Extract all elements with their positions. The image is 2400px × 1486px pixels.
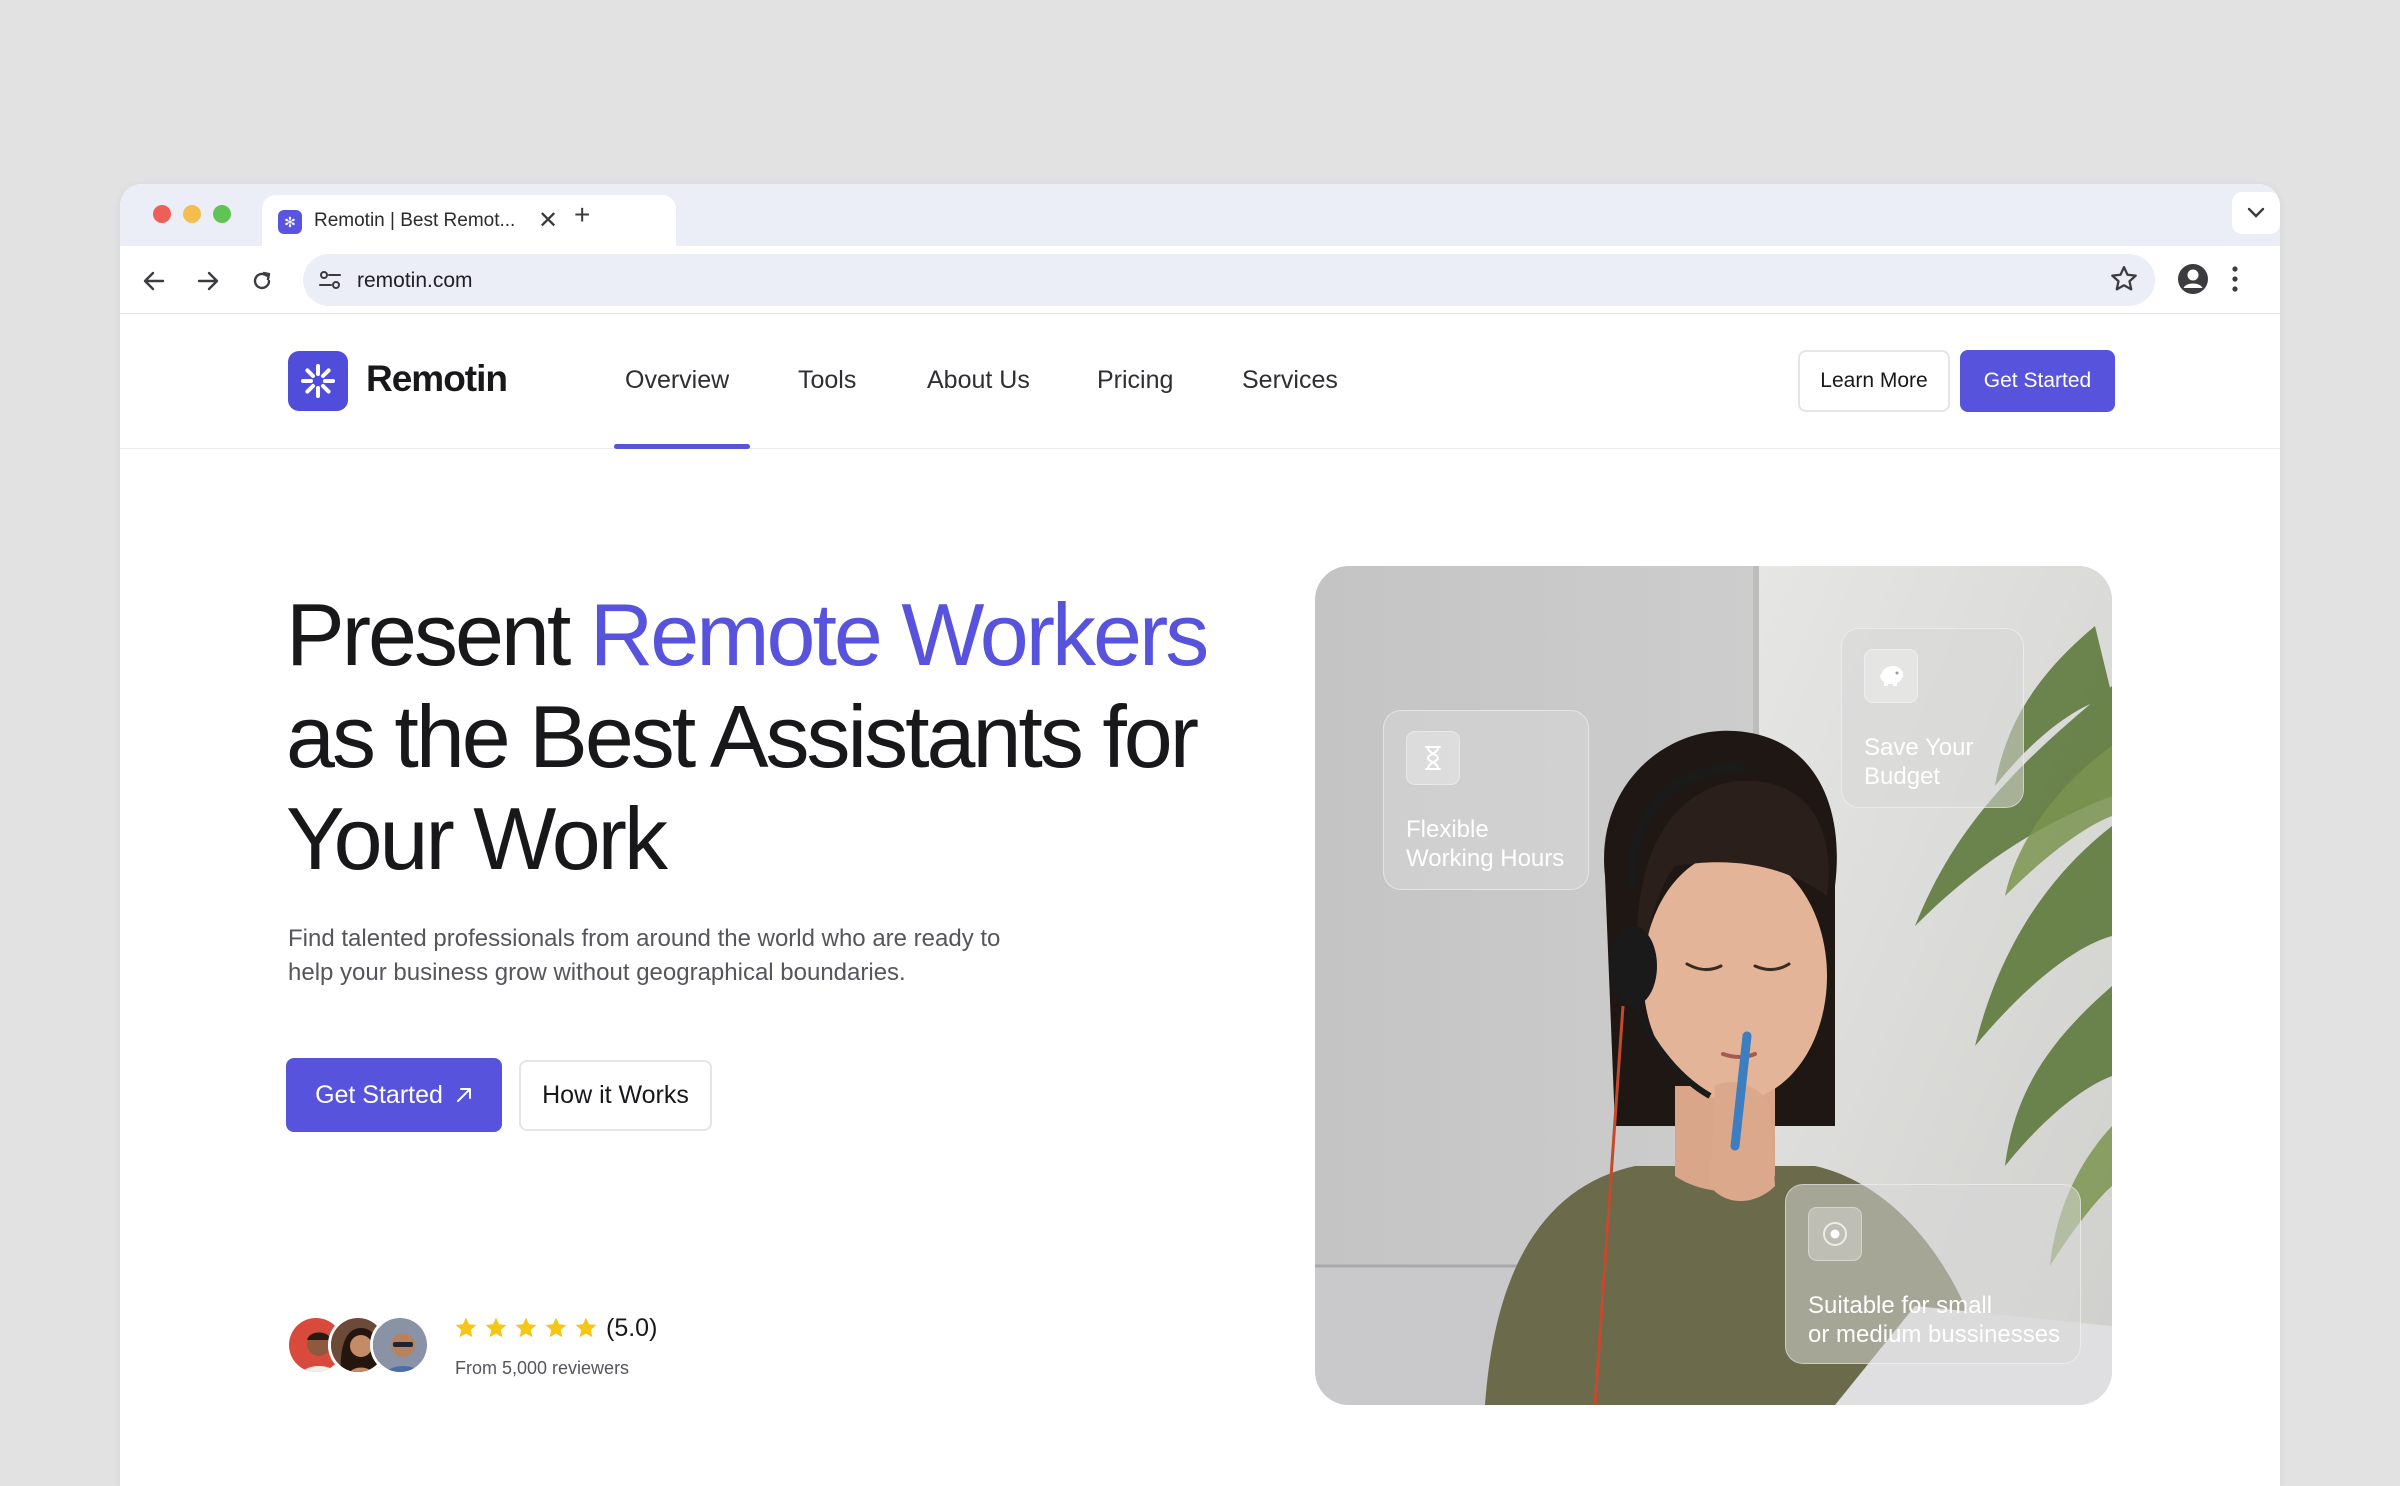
star-icon — [455, 1317, 477, 1338]
back-button[interactable] — [139, 266, 169, 296]
hero-photo: Flexible Working Hours Save Your Budget — [1315, 566, 2112, 1405]
feature-budget-text: Save Your Budget — [1864, 733, 1973, 791]
browser-toolbar: remotin.com — [120, 246, 2280, 314]
new-tab-icon[interactable]: + — [574, 201, 590, 229]
tab-search-button[interactable] — [2232, 192, 2280, 234]
close-tab-icon[interactable]: ✕ — [538, 206, 558, 235]
browser-tab[interactable]: ✻ Remotin | Best Remot... ✕ — [262, 195, 676, 246]
brand-name[interactable]: Remotin — [366, 358, 508, 400]
target-icon — [1808, 1207, 1862, 1261]
site-settings-icon[interactable] — [316, 266, 344, 294]
feature-flexible-text: Flexible Working Hours — [1406, 815, 1564, 873]
reviewers-count: From 5,000 reviewers — [455, 1358, 630, 1378]
nav-tools[interactable]: Tools — [798, 366, 856, 395]
reload-icon — [253, 271, 271, 290]
profile-icon[interactable] — [2176, 262, 2210, 296]
hero-get-started-button[interactable]: Get Started — [286, 1058, 502, 1132]
learn-more-button[interactable]: Learn More — [1798, 350, 1950, 412]
nav-pricing[interactable]: Pricing — [1097, 366, 1173, 395]
forward-button[interactable] — [193, 266, 223, 296]
arrow-left-icon — [143, 271, 165, 291]
star-icon — [575, 1317, 597, 1338]
close-window-button[interactable] — [153, 205, 171, 223]
reload-button[interactable] — [247, 266, 277, 296]
feature-flexible-label: Flexible Working Hours — [1406, 816, 1565, 872]
feature-card-suitable: Suitable for small or medium bussinesses — [1785, 1184, 2081, 1364]
nav-services[interactable]: Services — [1242, 366, 1338, 395]
header-get-started-button[interactable]: Get Started — [1960, 350, 2115, 412]
hero-get-started-label: Get Started — [315, 1080, 443, 1109]
nav-overview[interactable]: Overview — [625, 366, 729, 395]
rating-value: (5.0) — [606, 1314, 658, 1342]
feature-card-flexible: Flexible Working Hours — [1383, 710, 1589, 890]
feature-suitable-text: Suitable for small or medium bussinesses — [1808, 1291, 2060, 1349]
favicon-icon: ✻ — [278, 210, 302, 234]
hero-title: Present Remote Workers as the Best Assis… — [286, 584, 1226, 890]
rating-stars — [454, 1316, 598, 1340]
logo-icon[interactable] — [288, 351, 348, 411]
nav-about-us[interactable]: About Us — [927, 366, 1030, 395]
tab-title: Remotin | Best Remot... — [314, 210, 516, 231]
arrow-right-icon — [197, 271, 219, 291]
how-it-works-button[interactable]: How it Works — [519, 1060, 712, 1131]
active-nav-indicator — [614, 444, 750, 449]
minimize-window-button[interactable] — [183, 205, 201, 223]
feature-suitable-label: Suitable for small or medium bussinesses — [1808, 1292, 2061, 1348]
arrow-up-right-icon — [456, 1088, 471, 1102]
logo-burst-icon — [301, 364, 335, 398]
hero-subtitle: Find talented professionals from around … — [288, 925, 1001, 986]
url-text: remotin.com — [357, 269, 473, 292]
star-icon — [485, 1317, 507, 1338]
avatar — [370, 1315, 430, 1375]
site-header: Remotin Overview Tools About Us Pricing … — [120, 314, 2280, 449]
bookmark-star-icon[interactable] — [2109, 264, 2139, 294]
reviewer-avatar-3 — [373, 1318, 427, 1372]
star-icon — [545, 1317, 567, 1338]
hero-title-part1: Present — [286, 585, 590, 684]
piggy-bank-icon — [1864, 649, 1918, 703]
star-icon — [515, 1317, 537, 1338]
more-menu-icon[interactable] — [2230, 262, 2240, 296]
tab-strip: ✻ Remotin | Best Remot... ✕ + — [120, 184, 2280, 246]
hero-title-accent: Remote Workers — [589, 585, 1210, 684]
hourglass-icon — [1406, 731, 1460, 785]
address-bar[interactable]: remotin.com — [303, 254, 2155, 306]
feature-card-budget: Save Your Budget — [1841, 628, 2024, 808]
chevron-down-icon — [2247, 207, 2265, 218]
hero-title-part2: as the Best Assistants for Your Work — [286, 687, 1199, 888]
feature-budget-label: Save Your Budget — [1864, 734, 1974, 790]
browser-window: ✻ Remotin | Best Remot... ✕ + remotin.co… — [120, 184, 2280, 1486]
maximize-window-button[interactable] — [213, 205, 231, 223]
